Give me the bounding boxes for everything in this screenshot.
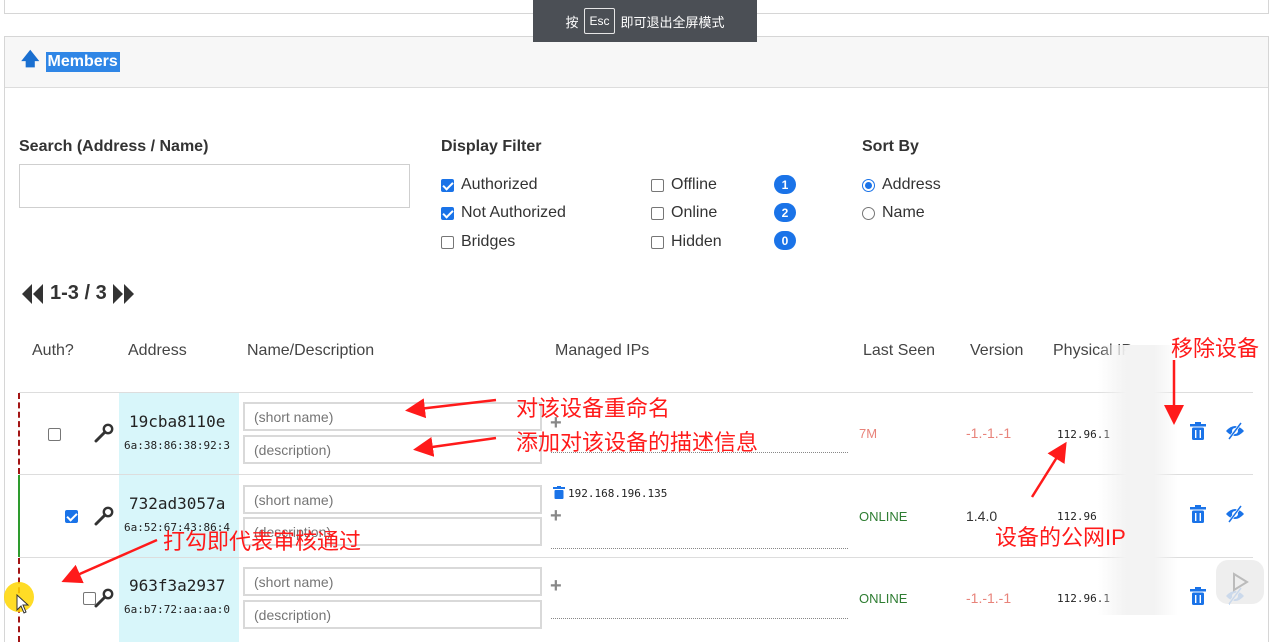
arrow-public-ip (1030, 441, 1067, 498)
annotation-arrows (61, 360, 1184, 584)
arrow-authorize (61, 538, 158, 584)
arrow-describe (413, 436, 497, 457)
screen: 🡅 Members 按 Esc 即可退出全屏模式 Search (Address… (0, 0, 1280, 642)
arrow-rename (405, 398, 497, 419)
